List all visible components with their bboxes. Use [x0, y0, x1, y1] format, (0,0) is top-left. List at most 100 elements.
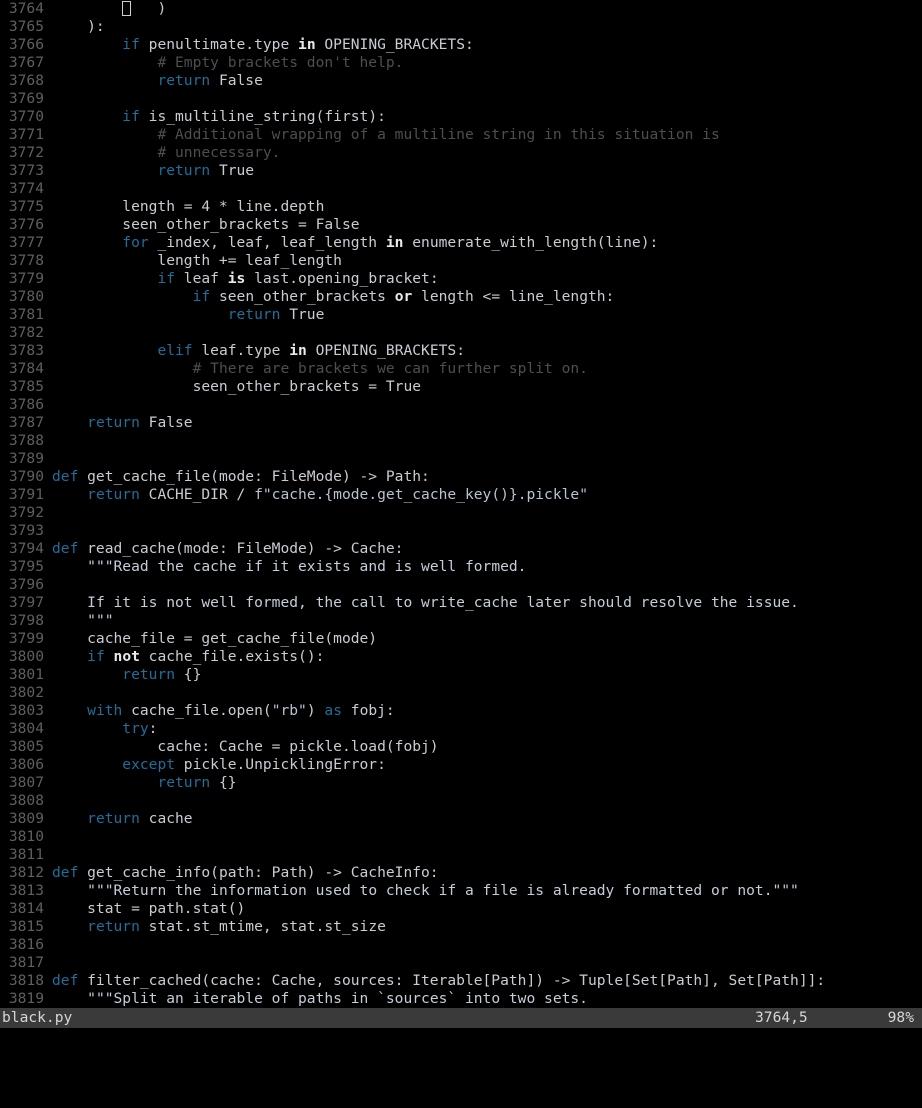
code-line[interactable]: 3816: [0, 936, 922, 954]
code-token-plain: _index, leaf, leaf_length: [148, 234, 386, 251]
code-line[interactable]: 3817: [0, 954, 922, 972]
code-line[interactable]: 3815 return stat.st_mtime, stat.st_size: [0, 918, 922, 936]
code-line[interactable]: 3803 with cache_file.open("rb") as fobj:: [0, 702, 922, 720]
code-token-plain: penultimate.type: [139, 36, 299, 53]
code-token-plain: seen_other_brackets: [210, 288, 395, 305]
line-number: 3790: [8, 468, 44, 485]
code-line[interactable]: 3776 seen_other_brackets = False: [0, 216, 922, 234]
code-line[interactable]: 3808: [0, 792, 922, 810]
code-line[interactable]: 3767 # Empty brackets don't help.: [0, 54, 922, 72]
code-line[interactable]: 3790 def get_cache_file(mode: FileMode) -…: [0, 468, 922, 486]
code-line[interactable]: 3795 """Read the cache if it exists and …: [0, 558, 922, 576]
code-line[interactable]: 3806 except pickle.UnpicklingError:: [0, 756, 922, 774]
line-number: 3784: [8, 360, 44, 377]
code-token-kw: return: [87, 414, 140, 431]
line-number: 3800: [8, 648, 44, 665]
line-number: 3769: [8, 90, 44, 107]
code-line[interactable]: 3791 return CACHE_DIR / f"cache.{mode.ge…: [0, 486, 922, 504]
code-line[interactable]: 3802: [0, 684, 922, 702]
code-token-kwb: in: [385, 234, 404, 251]
line-number: 3768: [8, 72, 44, 89]
code-line[interactable]: 3774: [0, 180, 922, 198]
code-line[interactable]: 3804 try:: [0, 720, 922, 738]
line-number: 3785: [8, 378, 44, 395]
code-line[interactable]: 3786: [0, 396, 922, 414]
code-line[interactable]: 3798 """: [0, 612, 922, 630]
code-token-str: "rb": [271, 702, 307, 719]
code-token-plain: OPENING_BRACKETS:: [306, 342, 465, 359]
code-line[interactable]: 3765 ):: [0, 18, 922, 36]
code-line[interactable]: 3773 return True: [0, 162, 922, 180]
code-token-kw: def: [52, 468, 79, 485]
code-line[interactable]: 3785 seen_other_brackets = True: [0, 378, 922, 396]
code-token-comment: # Additional wrapping of a multiline str…: [157, 126, 720, 143]
code-line[interactable]: 3783 elif leaf.type in OPENING_BRACKETS:: [0, 342, 922, 360]
line-number: 3799: [8, 630, 44, 647]
code-line[interactable]: 3792: [0, 504, 922, 522]
code-token-plain: stat = path.stat(): [52, 900, 246, 917]
code-line[interactable]: 3807 return {}: [0, 774, 922, 792]
code-line[interactable]: 3778 length += leaf_length: [0, 252, 922, 270]
code-line[interactable]: 3787 return False: [0, 414, 922, 432]
code-line[interactable]: 3784 # There are brackets we can further…: [0, 360, 922, 378]
line-number: 3793: [8, 522, 44, 539]
text-cursor: [122, 1, 132, 16]
code-token-plain: False: [139, 414, 193, 431]
code-line[interactable]: 3788: [0, 432, 922, 450]
code-line[interactable]: 3769: [0, 90, 922, 108]
code-line[interactable]: 3813 """Return the information used to c…: [0, 882, 922, 900]
vim-status-bar: black.py 3764,5 98%: [0, 1008, 922, 1028]
code-line[interactable]: 3781 return True: [0, 306, 922, 324]
code-token-plain: fobj:: [342, 702, 395, 719]
code-line[interactable]: 3780 if seen_other_brackets or length <=…: [0, 288, 922, 306]
code-token-kw: if: [122, 108, 140, 125]
line-number: 3795: [8, 558, 44, 575]
code-line[interactable]: 3811: [0, 846, 922, 864]
code-line[interactable]: 3772 # unnecessary.: [0, 144, 922, 162]
line-number: 3788: [8, 432, 44, 449]
code-line[interactable]: 3805 cache: Cache = pickle.load(fobj): [0, 738, 922, 756]
code-line[interactable]: 3814 stat = path.stat(): [0, 900, 922, 918]
code-line[interactable]: 3797 If it is not well formed, the call …: [0, 594, 922, 612]
code-token-kw: with: [87, 702, 123, 719]
code-line[interactable]: 3796: [0, 576, 922, 594]
code-token-kw: if: [192, 288, 211, 305]
line-number: 3786: [8, 396, 44, 413]
code-line[interactable]: 3764 ): [0, 0, 922, 18]
vim-editor-buffer[interactable]: 3764 ) 3765 ): 3766 if penultimate.type in…: [0, 0, 922, 1008]
code-line[interactable]: 3810: [0, 828, 922, 846]
code-line[interactable]: 3777 for _index, leaf, leaf_length in en…: [0, 234, 922, 252]
code-line[interactable]: 3801 return {}: [0, 666, 922, 684]
code-line[interactable]: 3812 def get_cache_info(path: Path) -> Ca…: [0, 864, 922, 882]
code-line[interactable]: 3766 if penultimate.type in OPENING_BRAC…: [0, 36, 922, 54]
code-line[interactable]: 3770 if is_multiline_string(first):: [0, 108, 922, 126]
code-token-kw: elif: [157, 342, 193, 359]
code-line[interactable]: 3794 def read_cache(mode: FileMode) -> Ca…: [0, 540, 922, 558]
code-line[interactable]: 3800 if not cache_file.exists():: [0, 648, 922, 666]
code-line[interactable]: 3779 if leaf is last.opening_bracket:: [0, 270, 922, 288]
vim-command-line[interactable]: [0, 1028, 922, 1048]
code-token-kw: return: [157, 72, 211, 89]
code-line[interactable]: 3775 length = 4 * line.depth: [0, 198, 922, 216]
code-line[interactable]: 3809 return cache: [0, 810, 922, 828]
code-line[interactable]: 3819 """Split an iterable of paths in `s…: [0, 990, 922, 1008]
code-line[interactable]: 3768 return False: [0, 72, 922, 90]
line-number: 3801: [8, 666, 44, 683]
code-line[interactable]: 3799 cache_file = get_cache_file(mode): [0, 630, 922, 648]
line-number: 3789: [8, 450, 44, 467]
code-line[interactable]: 3818 def filter_cached(cache: Cache, sour…: [0, 972, 922, 990]
code-line[interactable]: 3782: [0, 324, 922, 342]
code-line[interactable]: 3789: [0, 450, 922, 468]
line-number: 3808: [8, 792, 44, 809]
code-token-doc: If it is not well formed, the call to wr…: [87, 594, 799, 611]
code-line[interactable]: 3771 # Additional wrapping of a multilin…: [0, 126, 922, 144]
code-line[interactable]: 3793: [0, 522, 922, 540]
